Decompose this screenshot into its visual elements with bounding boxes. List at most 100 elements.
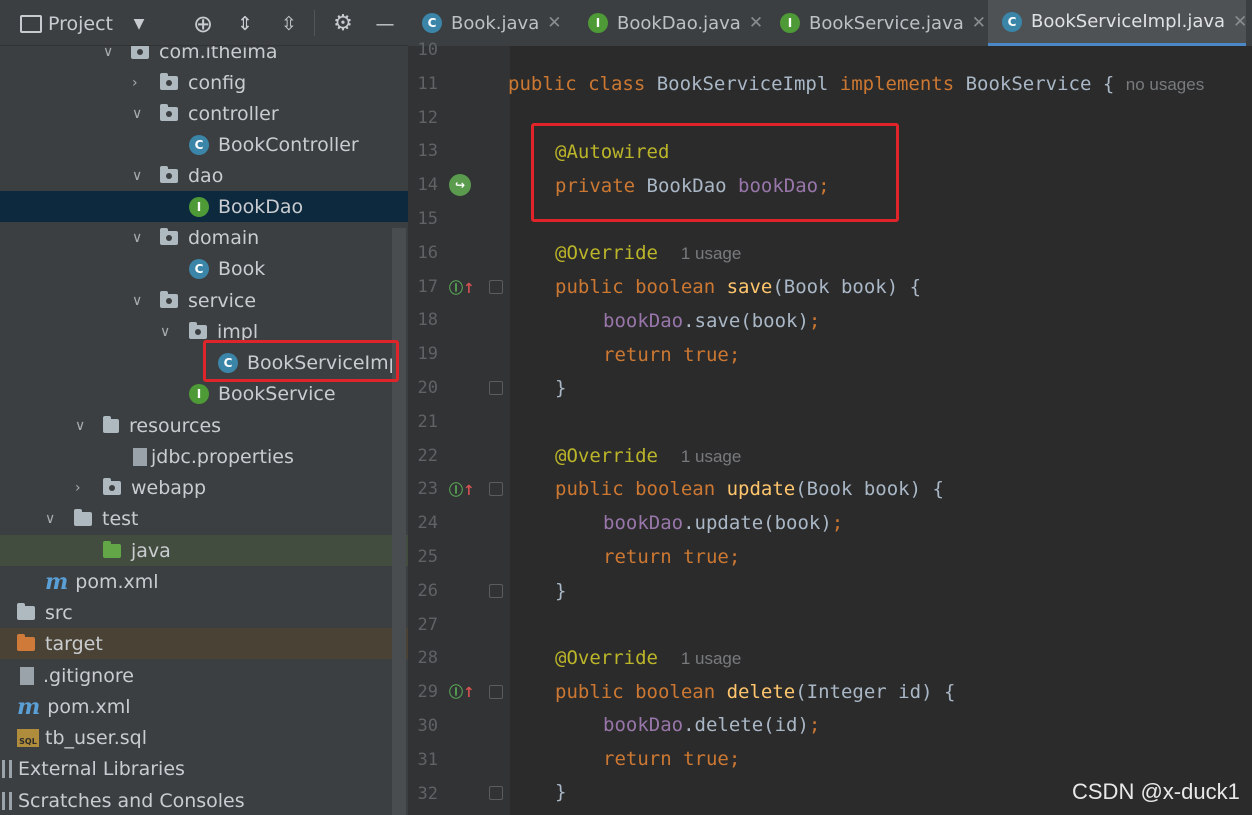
method-call: .save(book) bbox=[683, 310, 809, 332]
implements-method-icon[interactable]: Ⓘ↑ bbox=[449, 480, 475, 500]
tree-node-bookservice[interactable]: I BookService bbox=[0, 378, 392, 409]
chevron-down-icon[interactable]: ∨ bbox=[132, 168, 142, 184]
tree-node-bookdao[interactable]: I BookDao bbox=[0, 191, 408, 222]
tree-node-external-libraries[interactable]: External Libraries bbox=[0, 753, 392, 784]
interface-icon: I bbox=[588, 13, 608, 33]
spring-bean-icon[interactable]: ↪ bbox=[449, 174, 471, 196]
tree-node-com-itheima[interactable]: ∨ com.itheima bbox=[0, 46, 392, 67]
tree-node-webapp[interactable]: › webapp bbox=[0, 472, 392, 503]
chevron-down-icon[interactable]: ∨ bbox=[132, 106, 142, 122]
tree-node-tb-user-sql[interactable]: SQL tb_user.sql bbox=[0, 722, 392, 753]
tree-node-config[interactable]: › config bbox=[0, 67, 392, 98]
keyword: return true bbox=[603, 344, 729, 366]
project-view-icon bbox=[20, 15, 42, 33]
keyword: return true bbox=[603, 748, 729, 770]
tree-node-pom-xml[interactable]: m pom.xml bbox=[0, 691, 392, 722]
tree-node-gitignore[interactable]: .gitignore bbox=[0, 660, 392, 691]
chevron-down-icon[interactable]: ∨ bbox=[132, 230, 142, 246]
highlight-box-autowired bbox=[531, 123, 899, 222]
chevron-down-icon[interactable]: ∨ bbox=[75, 418, 85, 434]
tab-label: BookServiceImpl.java bbox=[1031, 11, 1226, 32]
library-icon bbox=[2, 759, 12, 778]
tree-node-pom-xml-module[interactable]: m pom.xml bbox=[0, 566, 392, 597]
tree-label: webapp bbox=[131, 476, 207, 499]
gear-icon[interactable]: ⚙ bbox=[330, 0, 356, 46]
separator bbox=[314, 10, 315, 36]
close-icon[interactable]: ✕ bbox=[972, 13, 986, 33]
chevron-down-icon[interactable]: ∨ bbox=[160, 324, 170, 340]
implements-method-icon[interactable]: Ⓘ↑ bbox=[449, 278, 475, 298]
tab-bookservice-java[interactable]: I BookService.java ✕ bbox=[766, 0, 986, 46]
tree-label: test bbox=[102, 507, 139, 530]
tree-label: service bbox=[188, 289, 257, 312]
chevron-down-icon[interactable]: ▼ bbox=[130, 0, 148, 46]
keyword: public boolean bbox=[555, 681, 727, 703]
chevron-down-icon[interactable]: ∨ bbox=[45, 511, 55, 527]
project-scrollbar[interactable] bbox=[392, 228, 406, 815]
line-number: 14 bbox=[417, 175, 438, 196]
close-icon[interactable]: ✕ bbox=[749, 13, 763, 33]
code-line-11: public class BookServiceImpl implements … bbox=[508, 69, 1204, 99]
code-line-18: bookDao.save(book); bbox=[603, 306, 820, 336]
close-icon[interactable]: ✕ bbox=[1233, 12, 1247, 32]
tree-node-jdbc-properties[interactable]: jdbc.properties bbox=[0, 441, 392, 472]
line-number: 10 bbox=[417, 40, 438, 60]
tree-node-service[interactable]: ∨ service bbox=[0, 285, 392, 316]
tree-label: pom.xml bbox=[47, 695, 131, 718]
fold-icon[interactable] bbox=[489, 482, 503, 496]
tree-label: java bbox=[131, 539, 171, 562]
tree-label: controller bbox=[188, 102, 279, 125]
chevron-right-icon[interactable]: › bbox=[132, 75, 138, 91]
tree-node-test[interactable]: ∨ test bbox=[0, 503, 392, 534]
tab-label: BookDao.java bbox=[617, 12, 741, 34]
code-line-23: public boolean update(Book book) { bbox=[555, 474, 944, 504]
tree-node-book[interactable]: C Book bbox=[0, 253, 392, 284]
implements-method-icon[interactable]: Ⓘ↑ bbox=[449, 682, 475, 702]
usage-hint[interactable]: 1 usage bbox=[681, 244, 742, 263]
interface-icon: I bbox=[189, 196, 209, 217]
usage-hint[interactable]: 1 usage bbox=[681, 447, 742, 466]
tree-label: src bbox=[45, 601, 73, 624]
project-tree: ∨ com.itheima › config ∨ controller C BookCo… bbox=[0, 46, 408, 815]
expand-all-icon[interactable]: ⇕ bbox=[232, 0, 258, 46]
tree-node-target[interactable]: target bbox=[0, 628, 408, 659]
crosshair-icon[interactable]: ⊕ bbox=[190, 0, 216, 46]
web-folder-icon bbox=[103, 477, 121, 495]
line-number: 17 bbox=[417, 276, 438, 297]
tab-bookserviceimpl-java[interactable]: C BookServiceImpl.java ✕ bbox=[988, 0, 1247, 46]
tree-node-domain[interactable]: ∨ domain bbox=[0, 222, 392, 253]
close-icon[interactable]: ✕ bbox=[547, 13, 561, 33]
tree-node-controller[interactable]: ∨ controller bbox=[0, 98, 392, 129]
tree-node-java[interactable]: java bbox=[0, 535, 408, 566]
fold-icon[interactable] bbox=[489, 381, 503, 395]
package-icon bbox=[189, 321, 207, 339]
maven-icon: m bbox=[45, 568, 69, 595]
fold-icon[interactable] bbox=[489, 584, 503, 598]
fold-icon[interactable] bbox=[489, 786, 503, 800]
tree-node-src[interactable]: src bbox=[0, 597, 392, 628]
tree-node-bookcontroller[interactable]: C BookController bbox=[0, 129, 392, 160]
chevron-down-icon[interactable]: ∨ bbox=[132, 293, 142, 309]
line-number: 24 bbox=[417, 513, 438, 534]
collapse-all-icon[interactable]: ⇳ bbox=[276, 0, 302, 46]
chevron-down-icon[interactable]: ∨ bbox=[103, 46, 113, 60]
tree-label: BookService bbox=[218, 382, 336, 405]
annotation: @Override bbox=[555, 242, 658, 264]
tree-label: BookController bbox=[218, 133, 359, 156]
minimize-icon[interactable]: — bbox=[372, 0, 398, 46]
fold-icon[interactable] bbox=[489, 280, 503, 294]
tab-label: BookService.java bbox=[809, 12, 964, 34]
chevron-right-icon[interactable]: › bbox=[75, 480, 81, 496]
fold-icon[interactable] bbox=[489, 685, 503, 699]
usage-hint[interactable]: no usages bbox=[1126, 75, 1204, 94]
usage-hint[interactable]: 1 usage bbox=[681, 649, 742, 668]
tab-label: Book.java bbox=[451, 12, 540, 34]
tree-node-dao[interactable]: ∨ dao bbox=[0, 160, 392, 191]
package-icon bbox=[160, 72, 178, 90]
project-view-selector[interactable]: Project bbox=[48, 0, 118, 46]
code-line-16: @Override 1 usage bbox=[555, 238, 741, 268]
tab-bookdao-java[interactable]: I BookDao.java ✕ bbox=[574, 0, 766, 46]
tree-node-resources[interactable]: ∨ resources bbox=[0, 410, 392, 441]
line-number: 32 bbox=[417, 783, 438, 804]
tree-node-scratches[interactable]: Scratches and Consoles bbox=[0, 785, 392, 815]
